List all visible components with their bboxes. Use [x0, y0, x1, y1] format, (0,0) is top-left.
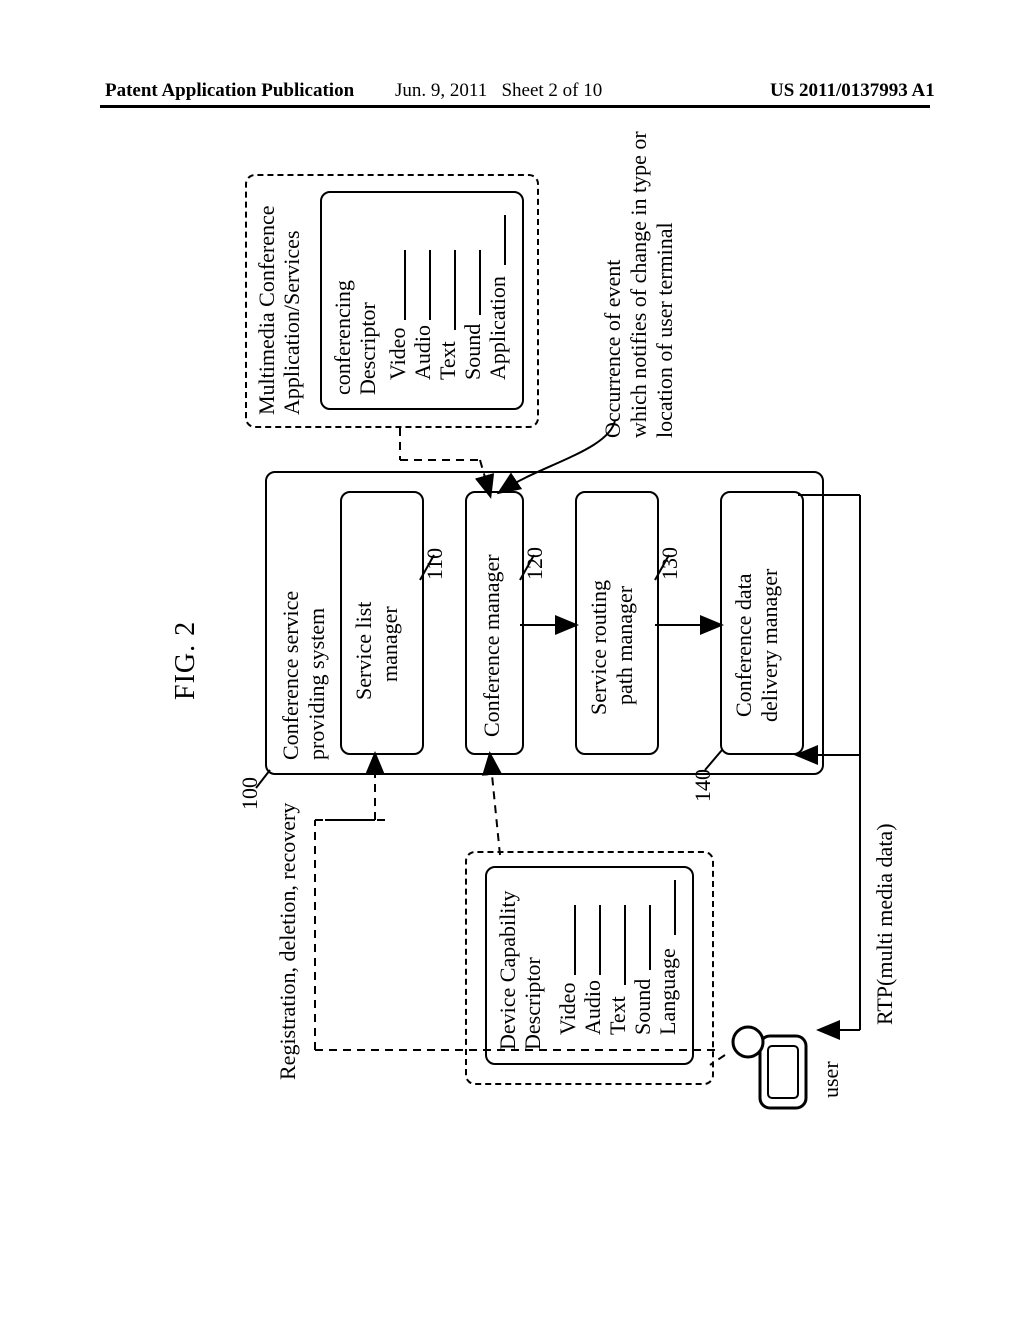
header-sheet: Sheet 2 of 10 — [501, 80, 602, 101]
header-date-sheet: Jun. 9, 2011 Sheet 2 of 10 — [395, 80, 602, 102]
figure-2-diagram: FIG. 2 100 Conference service providing … — [170, 170, 920, 1120]
header-rule — [100, 105, 930, 108]
header-date: Jun. 9, 2011 — [395, 80, 487, 101]
connectors — [170, 170, 920, 1120]
header-pubnum: US 2011/0137993 A1 — [770, 80, 935, 102]
header-publication: Patent Application Publication — [105, 80, 354, 102]
